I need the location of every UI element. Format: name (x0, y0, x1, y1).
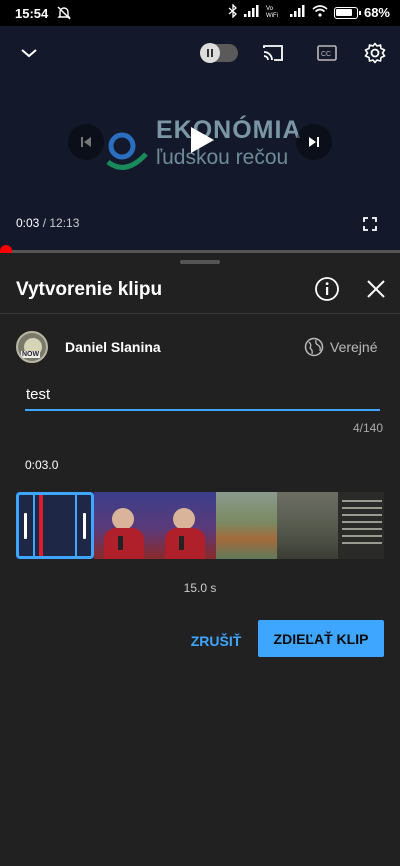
fullscreen-button[interactable] (358, 212, 382, 236)
autoplay-toggle[interactable] (200, 43, 238, 63)
bluetooth-icon (228, 3, 238, 21)
range-handle-right[interactable] (83, 513, 86, 539)
cc-icon: CC (317, 45, 337, 61)
minimize-button[interactable] (14, 38, 44, 68)
avatar: NOW (16, 331, 48, 363)
status-time: 15:54 (15, 6, 49, 21)
battery-icon (333, 6, 361, 19)
clip-playhead[interactable] (39, 495, 43, 556)
clip-start-time: 0:03.0 (25, 458, 59, 472)
channel-name: Daniel Slanina (65, 339, 161, 355)
time-display: 0:03 / 12:13 (16, 216, 80, 230)
vowifi-icon: Vo WiFi (266, 4, 284, 21)
skip-previous-icon (81, 137, 91, 147)
close-button[interactable] (364, 277, 388, 301)
total-duration: 12:13 (49, 216, 80, 230)
char-counter: 4/140 (352, 421, 383, 435)
cancel-button[interactable]: ZRUŠIŤ (186, 623, 246, 659)
range-handle-left[interactable] (24, 513, 27, 539)
timeline-frame (155, 492, 216, 559)
play-icon (191, 127, 214, 153)
skip-next-icon (309, 137, 319, 147)
battery-percent: 68% (363, 5, 390, 20)
captions-button[interactable]: CC (313, 40, 341, 66)
info-button[interactable] (314, 276, 340, 302)
timeline-frame (216, 492, 277, 559)
timeline-frame (338, 492, 384, 559)
globe-icon (304, 337, 324, 357)
signal-icon (289, 5, 306, 20)
ekonomia-logo-icon (106, 132, 148, 170)
video-player[interactable]: EKONÓMIA ľudskou rečou CC 0:03 / 12:13 (0, 26, 400, 251)
fullscreen-icon (363, 217, 377, 231)
chevron-down-icon (21, 49, 37, 58)
create-clip-sheet: Vytvorenie klipu NOW Daniel Slanina Vere… (0, 253, 400, 866)
visibility-label: Verejné (330, 339, 378, 355)
clip-timeline[interactable] (16, 492, 384, 559)
svg-text:CC: CC (321, 51, 331, 58)
next-button[interactable] (296, 124, 332, 160)
alarm-off-icon (56, 5, 72, 24)
divider (0, 313, 400, 314)
svg-text:Vo: Vo (266, 6, 274, 12)
timeline-frame (94, 492, 155, 559)
signal-icon (243, 5, 260, 20)
svg-text:WiFi: WiFi (266, 13, 278, 18)
gear-icon (364, 42, 386, 64)
visibility-selector[interactable]: Verejné (304, 337, 377, 357)
settings-button[interactable] (360, 38, 390, 68)
info-icon (315, 277, 339, 301)
current-time: 0:03 (16, 216, 40, 230)
previous-button[interactable] (68, 124, 104, 160)
avatar-text: NOW (21, 351, 41, 358)
close-icon (367, 280, 385, 298)
drag-handle[interactable] (180, 260, 220, 264)
pause-icon (200, 43, 220, 63)
sheet-title: Vytvorenie klipu (16, 279, 163, 300)
clip-length: 15.0 s (183, 581, 217, 595)
wifi-icon (312, 5, 328, 20)
share-clip-button[interactable]: ZDIEĽAŤ KLIP (258, 620, 384, 657)
timeline-frame (277, 492, 338, 559)
status-bar: 15:54 Vo WiFi 68% (0, 0, 400, 26)
cast-icon (263, 45, 283, 61)
clip-title-input[interactable] (25, 383, 380, 411)
cast-button[interactable] (258, 40, 288, 66)
play-button[interactable] (178, 116, 226, 164)
clip-range-selector[interactable] (16, 492, 94, 559)
